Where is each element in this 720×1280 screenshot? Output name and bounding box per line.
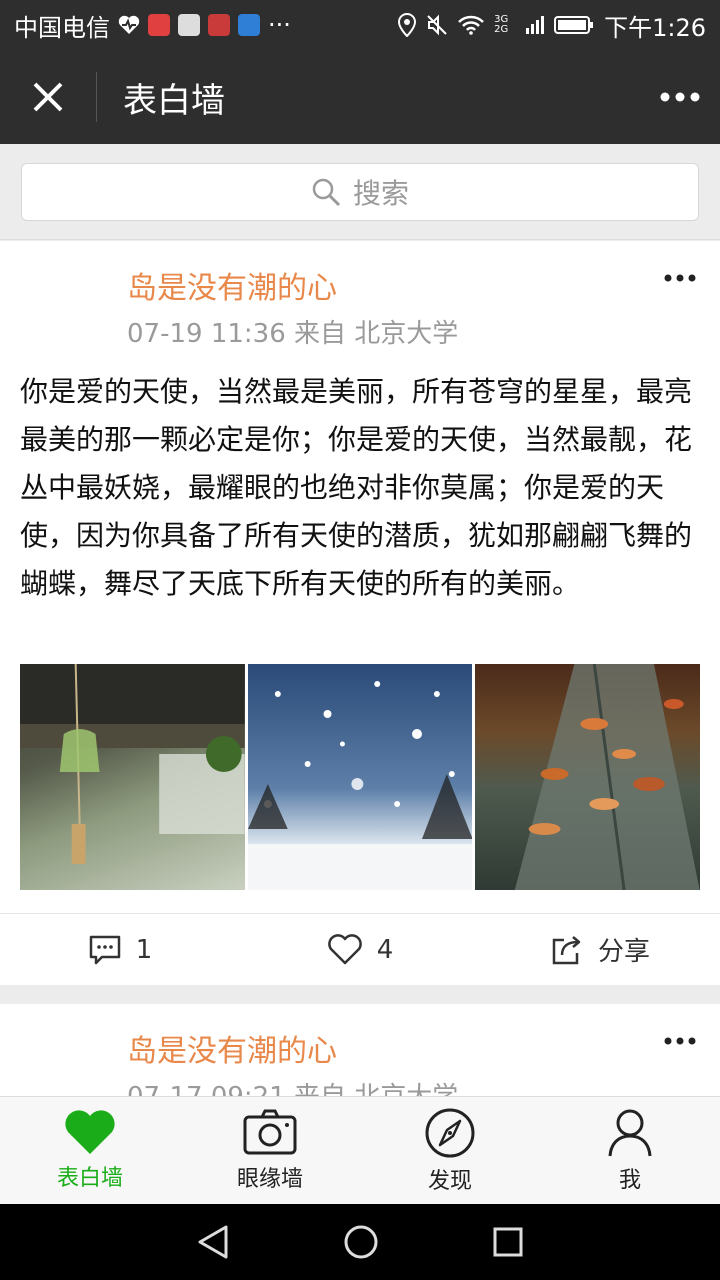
autumn-leaves-bench-photo[interactable] [475, 664, 701, 890]
mute-icon [427, 14, 447, 36]
more-horizontal-icon [664, 274, 696, 282]
carrier-label: 中国电信 [14, 13, 110, 42]
more-horizontal-icon [660, 92, 700, 102]
search-input[interactable]: 搜索 [21, 163, 699, 221]
close-icon [33, 82, 63, 112]
post-author[interactable]: 岛是没有潮的心 [127, 1026, 337, 1070]
tab-label: 眼缘墙 [236, 1166, 303, 1192]
system-navigation-bar [0, 1204, 720, 1280]
post-card: 岛是没有潮的心 07-19 11:36 来自 北京大学 你是爱的天使，当然最是美… [0, 241, 720, 985]
signal-icon [526, 16, 545, 34]
post-more-button[interactable] [660, 263, 700, 293]
post-content: 你是爱的天使，当然最是美丽，所有苍穹的星星，最亮最美的那一颗必定是你；你是爱的天… [20, 375, 693, 600]
close-button[interactable] [0, 50, 96, 144]
like-count: 4 [376, 934, 394, 965]
wifi-icon [458, 15, 484, 35]
wind-chime-photo[interactable] [20, 664, 245, 890]
title-divider [96, 72, 97, 122]
user-icon [608, 1109, 652, 1156]
post-actions: 1 4 分享 [0, 913, 720, 985]
like-button[interactable]: 4 [240, 933, 480, 966]
status-bar: 中国电信 ··· 3G 2G 下午1:26 [0, 0, 720, 50]
post-card: 岛是没有潮的心 07-17 09:21 来自 北京大学 [0, 1004, 720, 1104]
snowy-trees-photo[interactable] [247, 664, 473, 890]
comment-icon [89, 935, 120, 964]
post-meta: 07-19 11:36 来自 北京大学 [127, 319, 459, 349]
tab-eye-wall[interactable]: 眼缘墙 [180, 1097, 360, 1204]
tab-label: 发现 [427, 1168, 472, 1194]
heart-icon [65, 1109, 115, 1154]
battery-icon [554, 16, 594, 34]
clock: 下午1:26 [604, 13, 706, 42]
camera-icon [243, 1109, 297, 1154]
photo-grid [20, 664, 701, 890]
app-notification-icon [178, 14, 200, 36]
location-icon [398, 13, 417, 37]
search-icon [312, 178, 341, 207]
more-horizontal-icon [664, 1037, 696, 1045]
tab-discover[interactable]: 发现 [360, 1097, 540, 1204]
tab-label: 表白墙 [56, 1165, 123, 1191]
bottom-tab-bar: 表白墙 眼缘墙 发现 我 [0, 1096, 720, 1204]
share-label: 分享 [597, 937, 650, 967]
more-notifications-icon: ··· [268, 11, 291, 39]
share-button[interactable]: 分享 [480, 931, 720, 968]
recents-icon[interactable] [492, 1226, 524, 1258]
app-notification-icon [208, 14, 230, 36]
back-icon[interactable] [196, 1224, 230, 1260]
search-placeholder: 搜索 [352, 177, 409, 210]
tab-confession-wall[interactable]: 表白墙 [0, 1097, 180, 1204]
title-bar: 表白墙 [0, 50, 720, 144]
post-author[interactable]: 岛是没有潮的心 [127, 263, 337, 307]
network-label: 3G 2G [494, 14, 509, 35]
app-notification-icon [148, 14, 170, 36]
tab-me[interactable]: 我 [540, 1097, 720, 1204]
home-icon[interactable] [343, 1224, 379, 1260]
tab-label: 我 [618, 1167, 641, 1193]
comment-button[interactable]: 1 [0, 934, 240, 966]
compass-icon [425, 1108, 475, 1157]
comment-count: 1 [135, 934, 153, 965]
health-icon [118, 15, 140, 34]
search-area: 搜索 [0, 144, 720, 240]
more-menu-button[interactable] [640, 50, 720, 144]
share-icon [552, 935, 581, 964]
heart-outline-icon [327, 933, 362, 964]
post-more-button[interactable] [660, 1026, 700, 1056]
app-notification-icon [238, 14, 260, 36]
page-title: 表白墙 [123, 80, 225, 121]
